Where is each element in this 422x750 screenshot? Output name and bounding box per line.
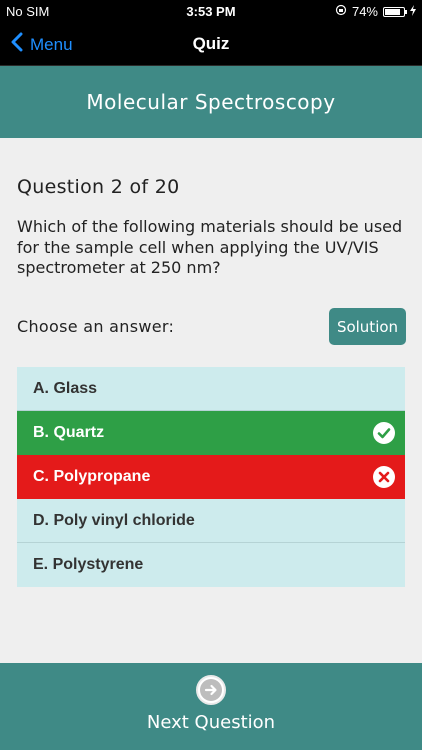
answer-list: A. Glass B. Quartz C. Polypropane D. Pol… [17,367,405,587]
nav-title: Quiz [192,34,230,53]
next-question-button[interactable]: Next Question [0,663,422,750]
orientation-lock-icon [335,4,347,19]
battery-percent: 74% [351,4,378,19]
solution-button[interactable]: Solution [329,308,406,345]
answer-label: E. Polystyrene [33,556,144,573]
status-right: 74% [335,4,416,19]
navigation-bar: Menu Quiz [0,22,422,66]
choose-answer-label: Choose an answer: [17,317,175,336]
cross-icon [373,466,395,488]
topic-title: Molecular Spectroscopy [86,90,336,114]
topic-banner: Molecular Spectroscopy [0,66,422,138]
battery-icon [383,6,407,17]
answer-label: B. Quartz [33,423,105,441]
arrow-right-circle-icon [196,675,226,705]
answer-option-b[interactable]: B. Quartz [17,411,405,455]
question-number: Question 2 of 20 [17,176,180,198]
answer-option-d[interactable]: D. Poly vinyl chloride [17,499,405,543]
checkmark-icon [373,422,395,444]
status-bar: No SIM 3:53 PM 74% [0,0,422,22]
answer-label: D. Poly vinyl chloride [33,511,195,529]
answer-label: C. Polypropane [33,467,151,485]
question-text: Which of the following materials should … [17,217,403,277]
next-question-label: Next Question [146,712,276,733]
answer-option-c[interactable]: C. Polypropane [17,455,405,499]
charging-icon [410,4,416,19]
answer-label: A. Glass [33,379,98,397]
answer-option-a[interactable]: A. Glass [17,367,405,411]
answer-option-e[interactable]: E. Polystyrene [17,543,405,587]
